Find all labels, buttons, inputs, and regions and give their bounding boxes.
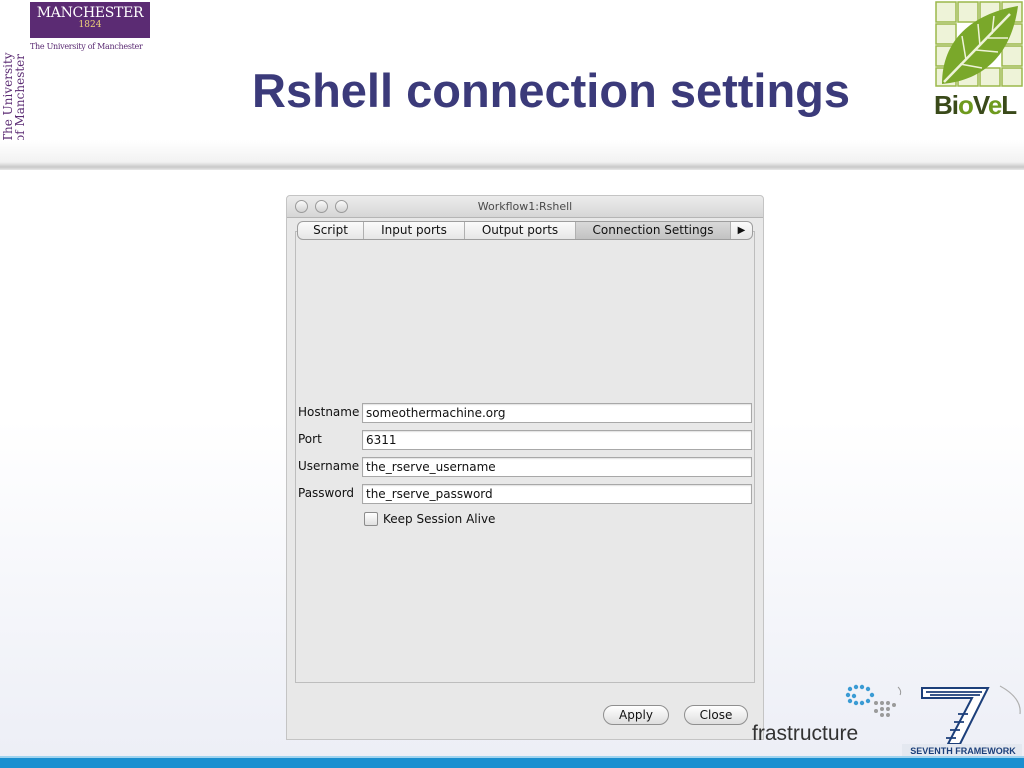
biovel-text-5: L xyxy=(1001,90,1017,120)
biovel-text-3: V xyxy=(972,90,989,120)
connection-settings-panel: Hostname Port Username Password Keep Ses… xyxy=(295,231,755,683)
tab-bar: Script Input ports Output ports Connecti… xyxy=(297,221,753,240)
manchester-logo: MANCHESTER 1824 The University of Manche… xyxy=(0,0,150,142)
einfrastructure-logo-text: frastructure xyxy=(752,722,859,745)
password-input[interactable] xyxy=(362,484,752,504)
tab-connection-settings[interactable]: Connection Settings xyxy=(576,222,731,239)
tab-input-ports[interactable]: Input ports xyxy=(364,222,465,239)
manchester-logo-vertical: The University of Manchester xyxy=(1,22,27,142)
close-button[interactable]: Close xyxy=(684,705,748,725)
manchester-vertical-line2: of Manchester xyxy=(13,53,27,142)
tab-output-ports[interactable]: Output ports xyxy=(465,222,576,239)
port-label: Port xyxy=(298,432,322,446)
manchester-logo-subtitle: The University of Manchester xyxy=(30,42,143,51)
username-label: Username xyxy=(298,459,360,473)
keep-session-alive-label: Keep Session Alive xyxy=(383,512,496,526)
window-title: Workflow1:Rshell xyxy=(477,200,573,213)
window-titlebar[interactable]: Workflow1:Rshell xyxy=(287,196,763,218)
hostname-label: Hostname xyxy=(298,405,360,419)
arrow-right-icon[interactable]: ▶ xyxy=(731,222,752,239)
port-input[interactable] xyxy=(362,430,752,450)
manchester-logo-year: 1824 xyxy=(78,20,102,30)
hostname-input[interactable] xyxy=(362,403,752,423)
apply-button[interactable]: Apply xyxy=(603,705,669,725)
manchester-logo-badge: MANCHESTER 1824 xyxy=(30,2,150,38)
dot-cluster-icon xyxy=(845,684,902,717)
biovel-text-1: Bi xyxy=(934,90,959,120)
footer-bar xyxy=(0,758,1024,768)
manchester-logo-name: MANCHESTER xyxy=(36,5,144,21)
header-divider xyxy=(0,140,1024,170)
keep-session-alive-checkbox[interactable] xyxy=(364,512,378,526)
biovel-text-2: o xyxy=(958,90,974,120)
username-input[interactable] xyxy=(362,457,752,477)
password-label: Password xyxy=(298,486,355,500)
rshell-window: Workflow1:Rshell Script Input ports Outp… xyxy=(286,195,764,740)
biovel-logo-text: BioVeL xyxy=(934,90,1017,121)
tab-script[interactable]: Script xyxy=(298,222,364,239)
keep-session-alive-option[interactable]: Keep Session Alive xyxy=(364,511,495,527)
slide-title: Rshell connection settings xyxy=(252,64,851,117)
biovel-text-4: e xyxy=(987,90,1003,120)
